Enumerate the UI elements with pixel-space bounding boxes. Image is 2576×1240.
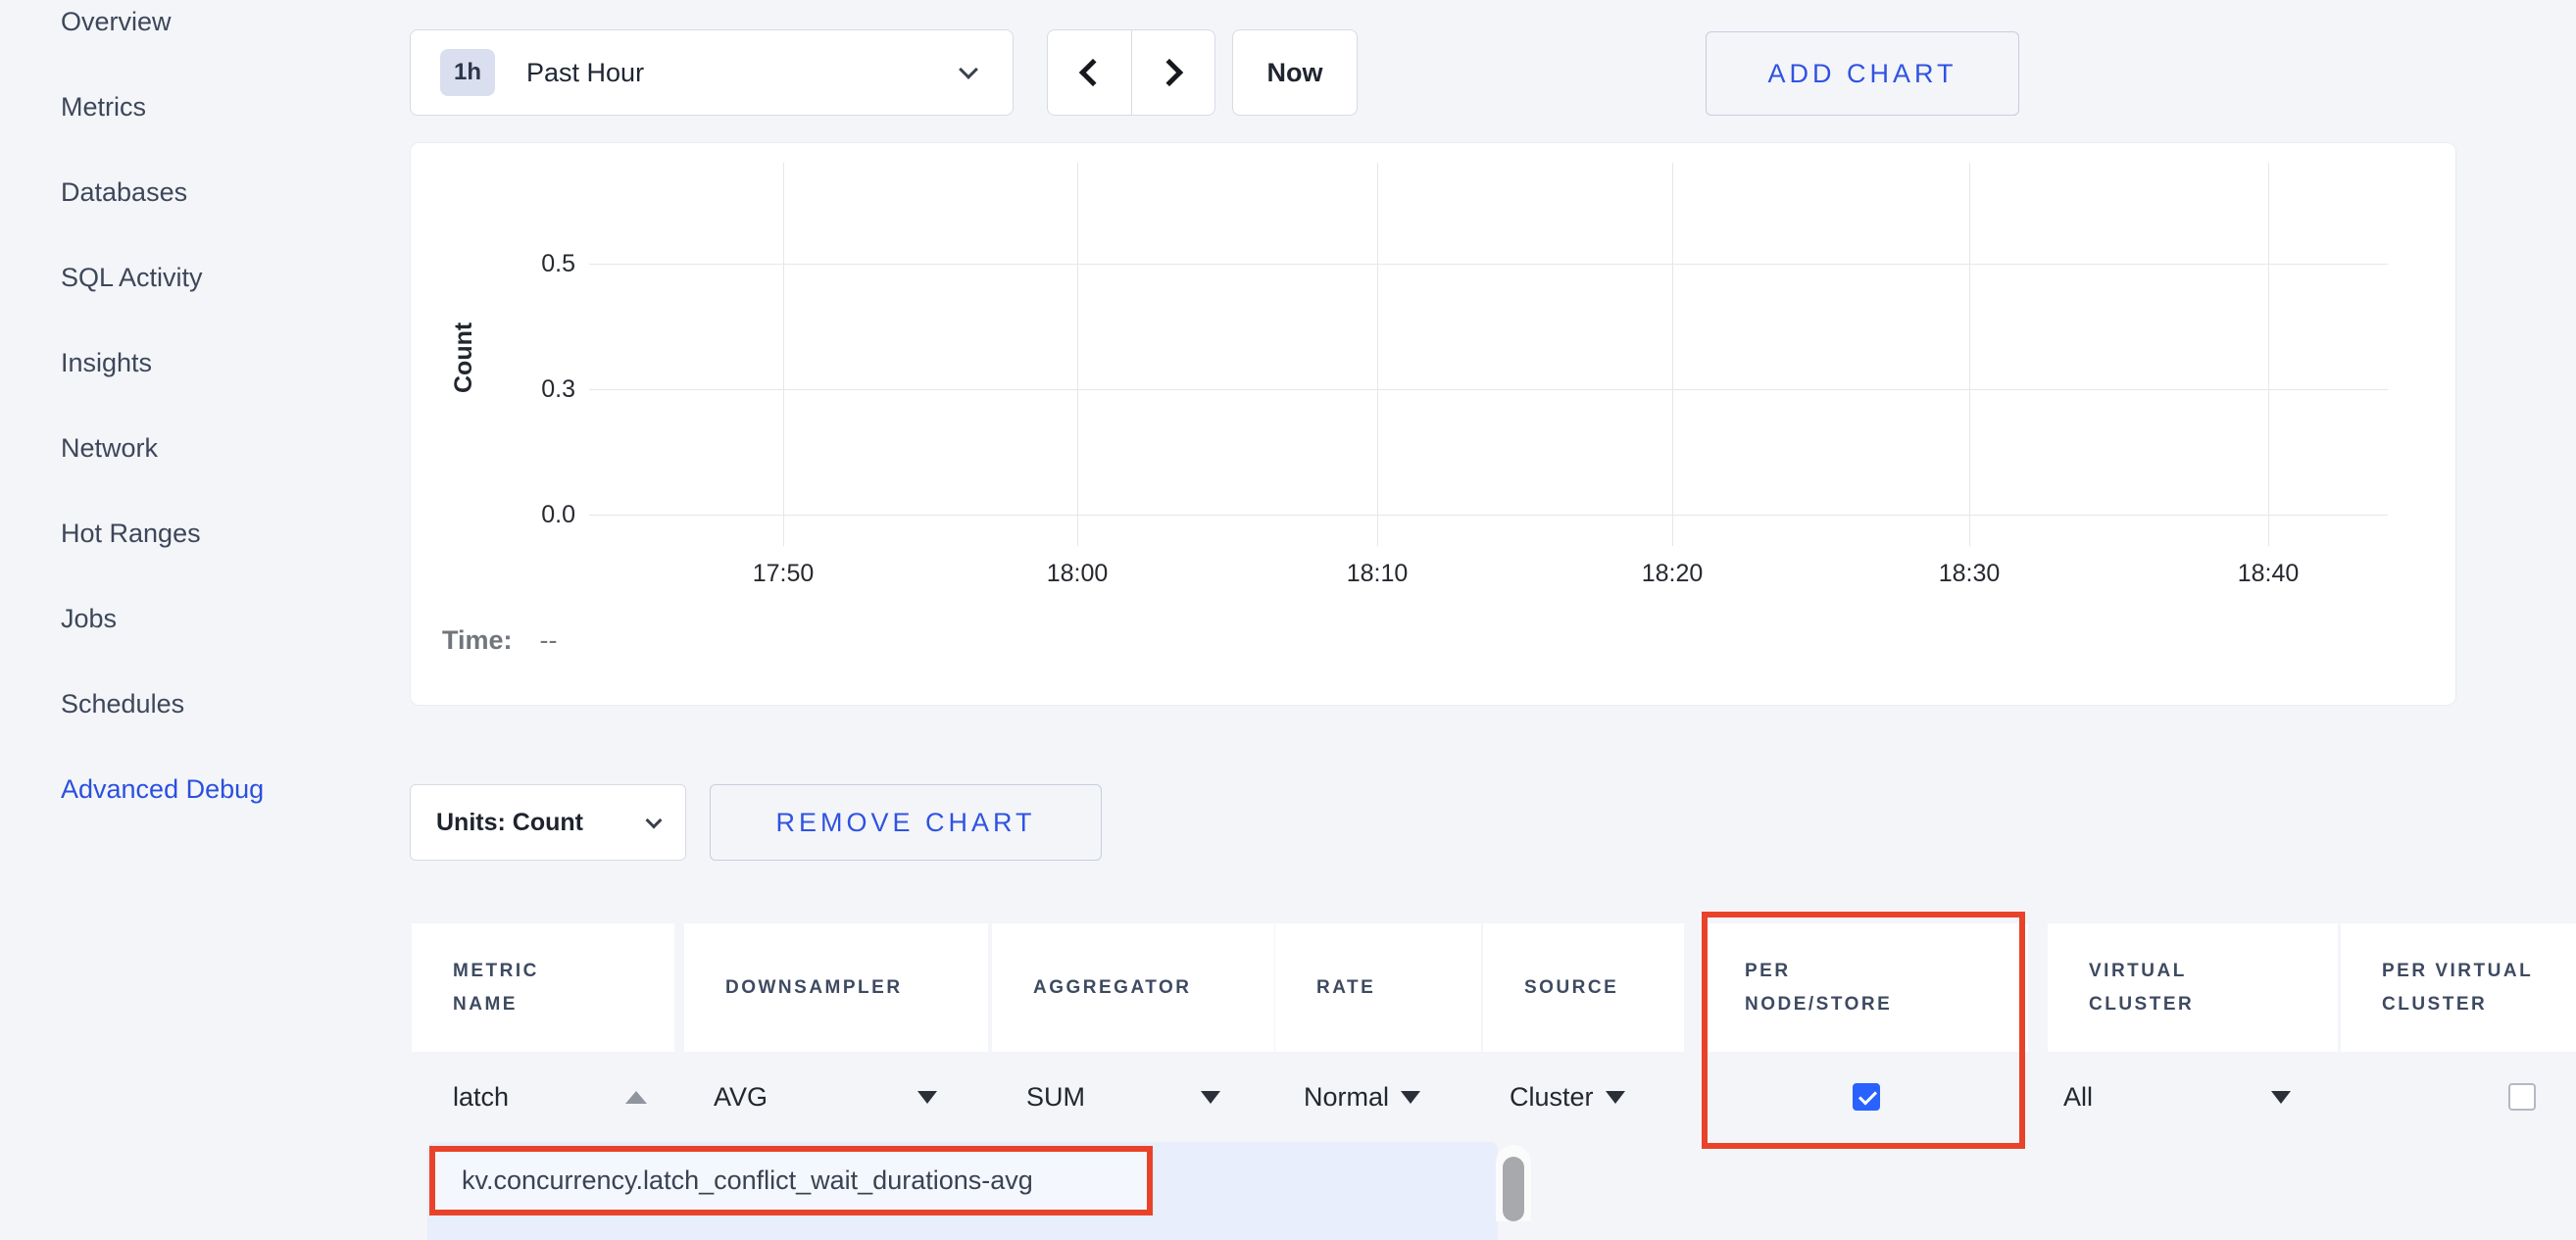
add-chart-button[interactable]: ADD CHART: [1706, 31, 2019, 116]
y-tick-label: 0.3: [477, 374, 575, 404]
aggregator-select-value[interactable]: SUM: [1026, 1082, 1085, 1113]
column-header-downsampler: DOWNSAMPLER: [684, 923, 988, 1052]
sidebar-item-metrics[interactable]: Metrics: [61, 93, 264, 121]
per-node-store-checkbox[interactable]: [1853, 1083, 1880, 1111]
x-tick-label: 18:20: [1604, 560, 1741, 588]
column-header-per-node-store: PER NODE/STORE: [1704, 923, 2028, 1052]
metric-suggestion-label: kv.concurrency.latch_conflict_wait_durat…: [462, 1166, 1033, 1196]
gridline: [589, 264, 2388, 265]
sidebar-item-network[interactable]: Network: [61, 434, 264, 462]
sidebar-item-databases[interactable]: Databases: [61, 178, 264, 206]
time-label: Time:: [442, 625, 513, 656]
metric-name-input[interactable]: latch: [453, 1082, 509, 1113]
remove-chart-button[interactable]: REMOVE CHART: [710, 784, 1102, 861]
chevron-down-icon: [646, 813, 663, 829]
previous-window-button[interactable]: [1048, 30, 1132, 115]
time-range-label: Past Hour: [526, 58, 962, 88]
column-header-virtual-cluster: VIRTUAL CLUSTER: [2048, 923, 2338, 1052]
table-row-aggregator-cell: SUM: [992, 1052, 1274, 1142]
downsampler-select-value[interactable]: AVG: [714, 1082, 768, 1113]
sidebar-item-schedules[interactable]: Schedules: [61, 690, 264, 718]
x-tick-label: 18:40: [2200, 560, 2337, 588]
caret-down-icon[interactable]: [1606, 1091, 1625, 1104]
per-virtual-cluster-checkbox[interactable]: [2508, 1083, 2536, 1111]
y-axis-label: Count: [450, 322, 478, 393]
column-header-per-virtual-cluster: PER VIRTUAL CLUSTER: [2341, 923, 2576, 1052]
time-range-picker[interactable]: 1h Past Hour: [410, 29, 1014, 116]
table-row-rate-cell: Normal: [1275, 1052, 1481, 1142]
caret-down-icon[interactable]: [917, 1091, 937, 1104]
table-row-downsampler-cell: AVG: [684, 1052, 988, 1142]
metric-suggestion-item[interactable]: kv.concurrency.latch_conflict_wait_durat…: [432, 1149, 1150, 1213]
hover-time-readout: Time: --: [442, 625, 558, 656]
sidebar-item-sql-activity[interactable]: SQL Activity: [61, 264, 264, 291]
sidebar-item-advanced-debug[interactable]: Advanced Debug: [61, 775, 264, 803]
gridline: [589, 389, 2388, 390]
time-window-pager: [1047, 29, 1215, 116]
table-row-source-cell: Cluster: [1483, 1052, 1684, 1142]
x-tick-label: 18:00: [1009, 560, 1146, 588]
chevron-down-icon: [959, 60, 978, 79]
now-button[interactable]: Now: [1232, 29, 1358, 116]
sidebar-nav: Overview Metrics Databases SQL Activity …: [61, 8, 264, 803]
table-row-metric-cell: latch: [412, 1052, 674, 1142]
table-row-virtual-cluster-cell: All: [2048, 1052, 2338, 1142]
gridline: [1377, 163, 1378, 546]
chevron-right-icon: [1156, 59, 1183, 86]
column-header-source: SOURCE: [1483, 923, 1684, 1052]
caret-down-icon[interactable]: [1401, 1091, 1420, 1104]
next-window-button[interactable]: [1132, 30, 1215, 115]
sidebar-item-hot-ranges[interactable]: Hot Ranges: [61, 520, 264, 547]
y-tick-label: 0.0: [477, 500, 575, 529]
caret-down-icon[interactable]: [1201, 1091, 1220, 1104]
dropdown-scrollbar-thumb[interactable]: [1503, 1157, 1524, 1221]
column-header-rate: RATE: [1275, 923, 1481, 1052]
virtual-cluster-select-value[interactable]: All: [2063, 1082, 2093, 1113]
x-tick-label: 18:10: [1309, 560, 1446, 588]
rate-select-value[interactable]: Normal: [1304, 1082, 1389, 1113]
sidebar-item-insights[interactable]: Insights: [61, 349, 264, 376]
time-range-badge: 1h: [440, 49, 495, 96]
gridline: [1672, 163, 1673, 546]
caret-up-icon[interactable]: [625, 1091, 647, 1104]
gridline: [1969, 163, 1970, 546]
gridline: [2268, 163, 2269, 546]
gridline: [589, 515, 2388, 516]
x-tick-label: 17:50: [715, 560, 852, 588]
gridline: [1077, 163, 1078, 546]
table-row-per-node-store-cell: [1704, 1052, 2028, 1142]
column-header-metric-name: METRIC NAME: [412, 923, 674, 1052]
table-row-per-virtual-cluster-cell: [2341, 1052, 2576, 1142]
time-value: --: [540, 625, 558, 656]
custom-chart-card: Count 0.5 0.3 0.0 17:50 18:00 18:10 18:2…: [410, 142, 2456, 706]
sidebar-item-overview[interactable]: Overview: [61, 8, 264, 35]
sidebar-item-jobs[interactable]: Jobs: [61, 605, 264, 632]
units-dropdown-label: Units: Count: [436, 809, 583, 837]
x-tick-label: 18:30: [1901, 560, 2038, 588]
caret-down-icon[interactable]: [2271, 1091, 2291, 1104]
y-tick-label: 0.5: [477, 249, 575, 278]
source-select-value[interactable]: Cluster: [1510, 1082, 1594, 1113]
column-header-aggregator: AGGREGATOR: [992, 923, 1274, 1052]
gridline: [783, 163, 784, 546]
chevron-left-icon: [1079, 59, 1107, 86]
units-dropdown[interactable]: Units: Count: [410, 784, 686, 861]
